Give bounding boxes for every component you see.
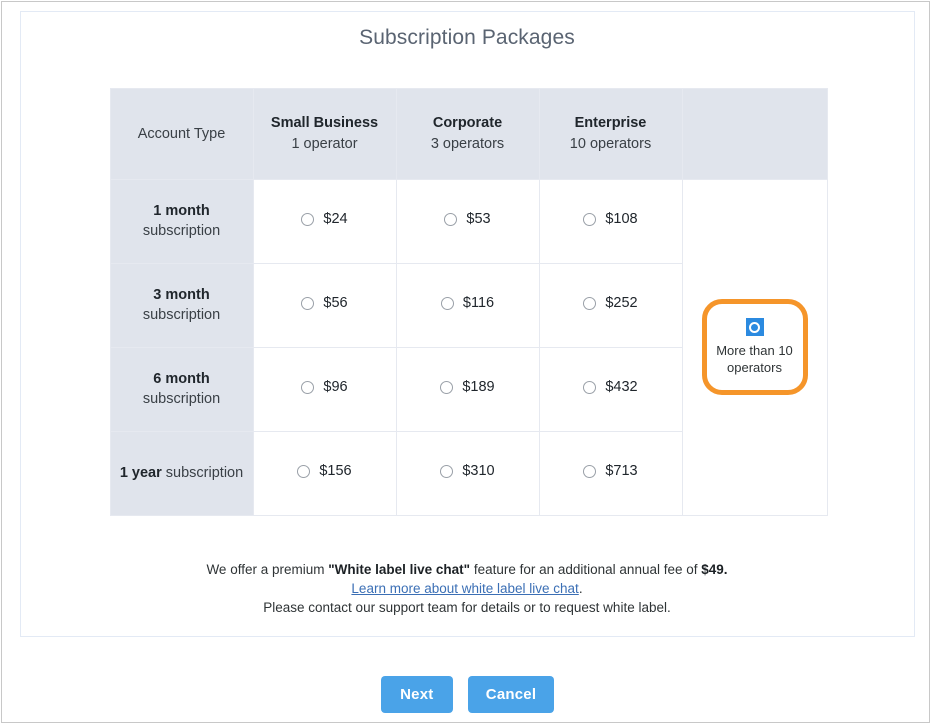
table-row: 1 month subscription $24 $53 $108 More t…: [109, 178, 828, 516]
price-label: $189: [462, 379, 495, 396]
learn-more-link[interactable]: Learn more about white label live chat: [351, 581, 578, 596]
price-label: $156: [319, 463, 352, 480]
price-label: $96: [323, 379, 348, 396]
table-header-row: Account Type Small Business 1 operator C…: [109, 87, 828, 180]
radio-button-icon[interactable]: [583, 464, 597, 478]
row-label-rest: subscription: [161, 465, 244, 481]
price-cell-corporate-6-month[interactable]: $189: [395, 346, 540, 432]
column-header-account-type: Account Type: [109, 87, 254, 180]
row-label-strong: 6 month: [153, 371, 210, 387]
column-header-enterprise: Enterprise 10 operators: [538, 87, 683, 180]
plan-operators-enterprise: 10 operators: [569, 135, 652, 152]
note-line-2: Learn more about white label live chat.: [21, 579, 914, 598]
price-label: $252: [605, 295, 638, 312]
price-cell-corporate-1-month[interactable]: $53: [395, 178, 540, 264]
note-link-suffix: .: [578, 580, 583, 596]
price-label: $310: [462, 463, 495, 480]
price-cell-enterprise-1-month[interactable]: $108: [538, 178, 683, 264]
plan-name-small-business: Small Business: [270, 114, 379, 131]
radio-button-icon[interactable]: [297, 464, 311, 478]
column-header-corporate: Corporate 3 operators: [395, 87, 540, 180]
column-header-empty: [681, 87, 828, 180]
price-cell-small-business-6-month[interactable]: $96: [252, 346, 397, 432]
row-label-rest: subscription: [142, 223, 221, 239]
plan-operators-corporate: 3 operators: [430, 135, 505, 152]
price-cell-corporate-3-month[interactable]: $116: [395, 262, 540, 348]
radio-button-icon[interactable]: [440, 464, 454, 478]
price-label: $713: [605, 463, 638, 480]
row-label-rest: subscription: [142, 307, 221, 323]
radio-button-icon[interactable]: [583, 212, 597, 226]
pricing-table: Account Type Small Business 1 operator C…: [109, 87, 828, 516]
row-label-rest: subscription: [142, 391, 221, 407]
radio-button-icon[interactable]: [301, 212, 315, 226]
radio-button-icon[interactable]: [301, 380, 315, 394]
note-line-1: We offer a premium "White label live cha…: [21, 560, 914, 579]
radio-button-icon[interactable]: [583, 296, 597, 310]
price-cell-enterprise-6-month[interactable]: $432: [538, 346, 683, 432]
more-than-10-operators-option[interactable]: More than 10 operators: [701, 299, 808, 395]
row-label-3-month: 3 month subscription: [109, 262, 254, 348]
column-header-small-business: Small Business 1 operator: [252, 87, 397, 180]
price-label: $24: [323, 211, 348, 228]
price-label: $116: [462, 295, 495, 312]
price-cell-enterprise-1-year[interactable]: $713: [538, 430, 683, 516]
plan-operators-small-business: 1 operator: [291, 135, 358, 152]
page-frame: Subscription Packages Account Type Small…: [0, 0, 932, 723]
white-label-note: We offer a premium "White label live cha…: [21, 560, 914, 617]
row-label-1-month: 1 month subscription: [109, 178, 254, 264]
row-label-strong: 1 month: [153, 203, 210, 219]
row-label-1-year: 1 year subscription: [109, 430, 254, 516]
radio-button-icon[interactable]: [440, 296, 454, 310]
price-cell-enterprise-3-month[interactable]: $252: [538, 262, 683, 348]
radio-button-icon[interactable]: [301, 296, 315, 310]
note-line1-pre: We offer a premium: [206, 561, 329, 577]
note-line1-price: $49: [701, 561, 724, 577]
price-label: $108: [605, 211, 638, 228]
price-label: $56: [323, 295, 348, 312]
note-line1-bold: "White label live chat": [328, 561, 471, 577]
button-bar: Next Cancel: [2, 675, 932, 713]
next-button[interactable]: Next: [380, 675, 453, 713]
more-operators-label: More than 10 operators: [716, 343, 793, 375]
row-label-strong: 1 year: [119, 465, 162, 481]
note-line-3: Please contact our support team for deta…: [263, 599, 671, 615]
price-cell-small-business-1-year[interactable]: $156: [252, 430, 397, 516]
price-label: $53: [466, 211, 491, 228]
plan-name-corporate: Corporate: [432, 114, 503, 131]
radio-button-icon[interactable]: [583, 380, 597, 394]
radio-button-icon[interactable]: [444, 212, 458, 226]
radio-button-icon[interactable]: [440, 380, 454, 394]
price-label: $432: [605, 379, 638, 396]
row-label-strong: 3 month: [153, 287, 210, 303]
cancel-button[interactable]: Cancel: [467, 675, 555, 713]
subscription-panel: Subscription Packages Account Type Small…: [19, 10, 915, 637]
more-operators-cell: More than 10 operators: [681, 178, 828, 516]
plan-name-enterprise: Enterprise: [574, 114, 647, 131]
price-cell-corporate-1-year[interactable]: $310: [395, 430, 540, 516]
note-line1-end: .: [723, 561, 728, 577]
note-line1-mid: feature for an additional annual fee of: [470, 561, 702, 577]
row-label-6-month: 6 month subscription: [109, 346, 254, 432]
page-title: Subscription Packages: [359, 25, 575, 49]
price-cell-small-business-3-month[interactable]: $56: [252, 262, 397, 348]
price-cell-small-business-1-month[interactable]: $24: [252, 178, 397, 264]
selected-radio-icon: [745, 318, 764, 336]
